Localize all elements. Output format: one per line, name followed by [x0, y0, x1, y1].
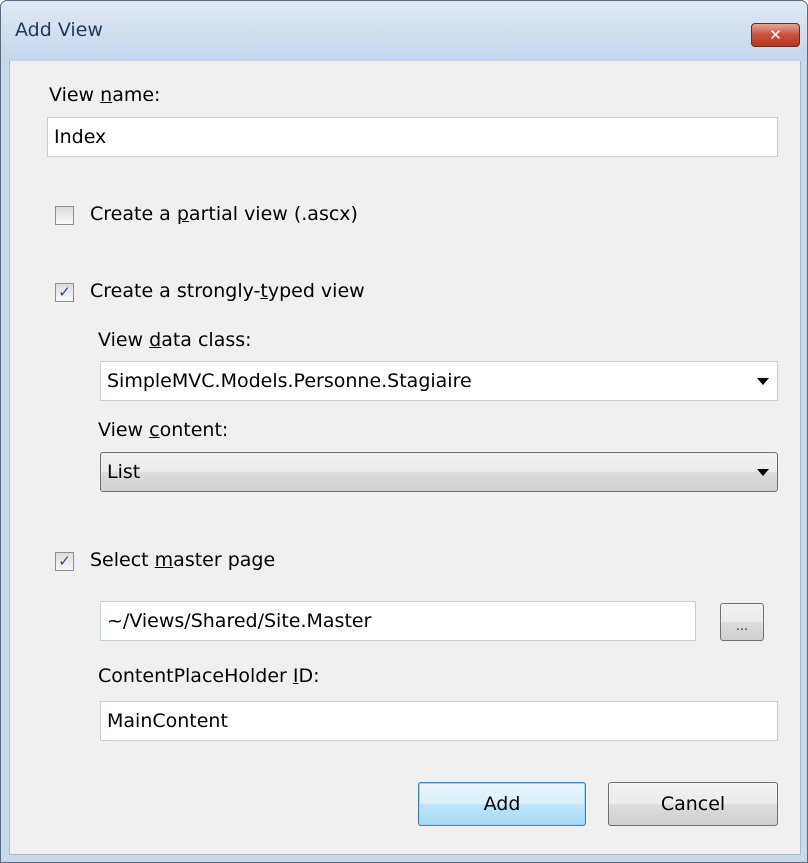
content-placeholder-label: ContentPlaceHolder ID: — [98, 665, 320, 687]
master-page-path-input[interactable]: ~/Views/Shared/Site.Master — [100, 601, 696, 641]
close-button[interactable]: ✕ — [751, 23, 800, 47]
chevron-down-icon — [757, 469, 769, 476]
title-bar[interactable]: Add View ✕ — [1, 1, 807, 61]
master-page-checkbox[interactable]: ✓ — [55, 552, 74, 571]
ellipsis-icon: ... — [735, 619, 749, 634]
dialog-body: View name: Index Create a partial view (… — [9, 61, 801, 855]
partial-view-label[interactable]: Create a partial view (.ascx) — [90, 203, 358, 225]
partial-view-checkbox[interactable] — [55, 206, 74, 225]
check-icon: ✓ — [58, 552, 71, 570]
strongly-typed-label[interactable]: Create a strongly-typed view — [90, 280, 365, 302]
strongly-typed-checkbox[interactable]: ✓ — [55, 283, 74, 302]
master-page-path-value: ~/Views/Shared/Site.Master — [107, 610, 372, 632]
close-icon: ✕ — [769, 26, 782, 44]
view-content-value: List — [107, 461, 141, 483]
chevron-down-icon[interactable] — [757, 378, 769, 385]
add-view-dialog: Add View ✕ View name: Index Create a par… — [0, 0, 808, 863]
cancel-button-label: Cancel — [660, 793, 726, 815]
add-button[interactable]: Add — [418, 782, 586, 826]
view-name-value: Index — [54, 126, 107, 148]
master-page-label[interactable]: Select master page — [90, 549, 275, 571]
cancel-button[interactable]: Cancel — [608, 782, 778, 826]
view-content-select[interactable]: List — [100, 452, 778, 492]
view-name-label: View name: — [49, 84, 161, 106]
view-content-label: View content: — [98, 419, 229, 441]
add-button-label: Add — [483, 793, 521, 815]
view-data-class-value: SimpleMVC.Models.Personne.Stagiaire — [107, 370, 472, 392]
check-icon: ✓ — [58, 283, 71, 301]
dialog-title: Add View — [15, 19, 103, 41]
view-data-class-label: View data class: — [98, 329, 252, 351]
view-data-class-combo[interactable]: SimpleMVC.Models.Personne.Stagiaire — [100, 361, 778, 401]
content-placeholder-value: MainContent — [107, 710, 228, 732]
view-name-input[interactable]: Index — [47, 117, 778, 157]
content-placeholder-input[interactable]: MainContent — [100, 701, 778, 741]
browse-button[interactable]: ... — [720, 603, 764, 641]
